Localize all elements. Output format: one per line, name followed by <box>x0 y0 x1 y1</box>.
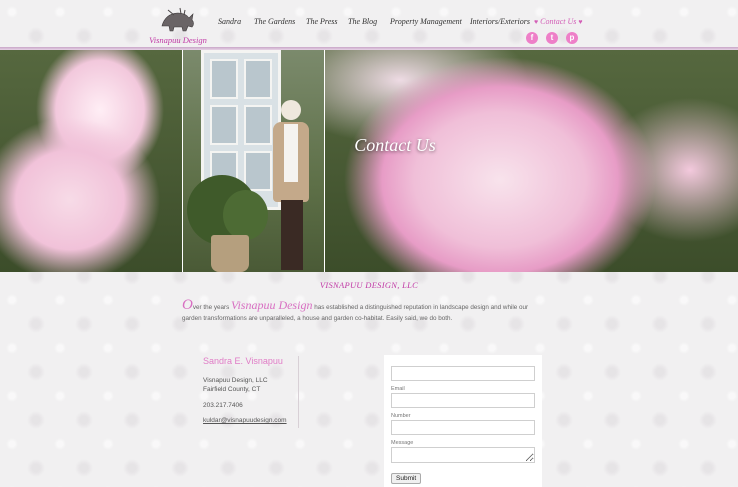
contact-location: Fairfield County, CT <box>203 386 261 393</box>
logo-text: Visnapuu Design <box>149 35 207 45</box>
nav-interiors-exteriors[interactable]: Interiors/Exteriors <box>470 17 530 26</box>
portrait-photo <box>182 50 325 272</box>
contact-email-link[interactable]: kuldar@visnapuudesign.com <box>203 417 299 424</box>
name-field[interactable] <box>391 366 535 381</box>
number-label: Number <box>391 413 411 419</box>
intro-dropcap: O <box>182 297 193 313</box>
hero-title: Contact Us <box>354 135 436 155</box>
nav-sandra[interactable]: Sandra <box>218 17 241 26</box>
facebook-icon[interactable]: f <box>526 32 538 44</box>
contact-phone: 203.217.7406 <box>203 402 243 409</box>
contact-divider <box>298 356 299 428</box>
rhino-logo-icon <box>161 7 194 32</box>
email-label: Email <box>391 386 405 392</box>
hero-banner: Contact Us <box>0 50 738 272</box>
contact-form: Email Number Message Submit <box>384 355 542 487</box>
heart-icon: ♥ <box>534 18 539 26</box>
email-field[interactable] <box>391 393 535 408</box>
flower-pot <box>211 235 249 272</box>
intro-lead: ver the years <box>192 304 230 311</box>
name-label <box>391 358 535 366</box>
contact-company: Visnapuu Design, LLC <box>203 377 268 384</box>
intro-brand: Visnapuu Design <box>231 298 313 312</box>
nav-the-press[interactable]: The Press <box>306 17 337 26</box>
peony-background-image <box>0 50 738 272</box>
contact-card: Sandra E. Visnapuu Visnapuu Design, LLC … <box>203 356 299 424</box>
site-header: Visnapuu Design Sandra The Gardens The Pre… <box>0 0 738 48</box>
intro-paragraph: Over the years Visnapuu Design has estab… <box>182 297 542 324</box>
nav-property-management[interactable]: Property Management <box>390 17 462 26</box>
company-heading: VISNAPUU DESIGN, LLC <box>319 280 419 290</box>
nav-contact-us[interactable]: ♥ Contact Us ♥ <box>534 17 583 26</box>
pinterest-icon[interactable]: p <box>566 32 578 44</box>
number-field[interactable] <box>391 420 535 435</box>
nav-the-blog[interactable]: The Blog <box>348 17 377 26</box>
heart-icon: ♥ <box>578 18 583 26</box>
nav-contact-label: Contact Us <box>540 17 577 26</box>
nav-the-gardens[interactable]: The Gardens <box>254 17 295 26</box>
twitter-icon[interactable]: t <box>546 32 558 44</box>
message-field[interactable] <box>391 447 535 463</box>
message-label: Message <box>391 440 414 446</box>
submit-button[interactable]: Submit <box>391 473 422 484</box>
contact-name: Sandra E. Visnapuu <box>203 356 283 366</box>
site-logo[interactable]: Visnapuu Design <box>146 4 210 46</box>
